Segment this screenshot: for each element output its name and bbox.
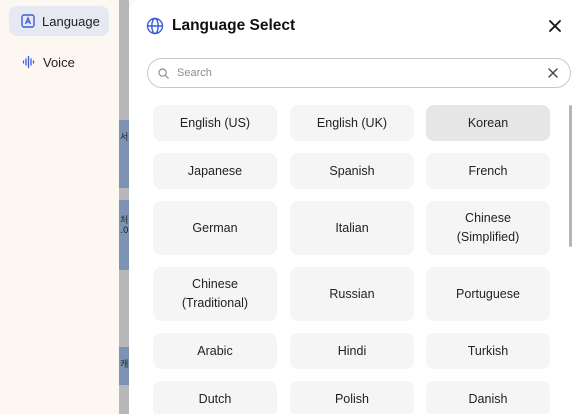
sidebar-item-label: Language — [42, 13, 100, 29]
language-option[interactable]: Russian — [290, 267, 414, 321]
close-icon — [548, 68, 558, 78]
scrollbar[interactable] — [569, 105, 572, 247]
sidebar-item-language[interactable]: Language — [9, 6, 109, 36]
language-option[interactable]: Korean — [426, 105, 550, 141]
close-button[interactable] — [545, 16, 565, 36]
language-option[interactable]: Spanish — [290, 153, 414, 189]
globe-icon — [146, 17, 164, 35]
voice-waveform-icon — [22, 55, 36, 69]
background-content-strip: 서 처: .0 캐- — [119, 0, 132, 414]
background-text: .0 — [120, 226, 129, 236]
modal-header: Language Select — [146, 15, 565, 37]
sidebar-item-label: Voice — [43, 54, 75, 70]
modal-title: Language Select — [172, 17, 296, 34]
language-option[interactable]: Hindi — [290, 333, 414, 369]
settings-sidebar: Language Voice — [0, 0, 120, 414]
language-option[interactable]: Chinese (Traditional) — [153, 267, 277, 321]
language-option[interactable]: Chinese (Simplified) — [426, 201, 550, 255]
language-option[interactable]: German — [153, 201, 277, 255]
sidebar-item-voice[interactable]: Voice — [10, 47, 85, 77]
language-option[interactable]: Danish — [426, 381, 550, 414]
language-icon — [21, 14, 35, 28]
search-bar — [147, 58, 571, 88]
language-option[interactable]: English (US) — [153, 105, 277, 141]
search-input[interactable] — [175, 66, 546, 80]
close-icon — [549, 20, 561, 32]
clear-search-button[interactable] — [546, 66, 560, 80]
language-select-modal: Language Select English (US) English (UK)… — [129, 0, 577, 414]
search-icon — [158, 67, 169, 79]
language-option[interactable]: Dutch — [153, 381, 277, 414]
language-option[interactable]: Arabic — [153, 333, 277, 369]
language-option[interactable]: English (UK) — [290, 105, 414, 141]
language-option[interactable]: Polish — [290, 381, 414, 414]
language-option[interactable]: Italian — [290, 201, 414, 255]
language-option[interactable]: French — [426, 153, 550, 189]
language-option[interactable]: Turkish — [426, 333, 550, 369]
background-text: 서 — [120, 133, 129, 143]
language-option[interactable]: Japanese — [153, 153, 277, 189]
language-option[interactable]: Portuguese — [426, 267, 550, 321]
